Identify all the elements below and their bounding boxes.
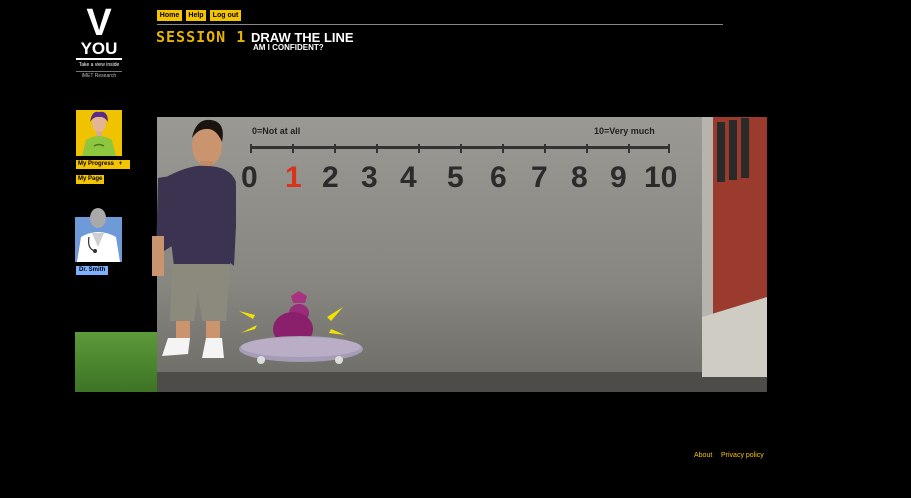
scale-number-7[interactable]: 7 <box>531 161 548 195</box>
plus-icon: + <box>118 161 123 167</box>
logo-v: V <box>86 2 112 44</box>
privacy-link[interactable]: Privacy policy <box>721 452 764 459</box>
scale-max-label: 10=Very much <box>594 126 655 136</box>
doctor-icon <box>75 208 122 262</box>
scale-min-label: 0=Not at all <box>252 126 301 136</box>
scale-number-4[interactable]: 4 <box>400 161 417 195</box>
home-button[interactable]: Home <box>157 10 182 21</box>
user-avatar[interactable] <box>76 110 122 156</box>
logout-button[interactable]: Log out <box>210 10 241 21</box>
my-progress-button[interactable]: My Progress + <box>76 160 130 169</box>
scale-number-1[interactable]: 1 <box>285 161 302 195</box>
scale-number-0[interactable]: 0 <box>241 161 258 195</box>
scale-scene: 0=Not at all 10=Very much 0 1 2 3 4 5 6 … <box>157 117 767 392</box>
user-avatar-icon <box>76 110 122 156</box>
my-progress-label: My Progress <box>78 161 115 167</box>
doctor-name[interactable]: Dr. Smith <box>76 266 109 275</box>
scale-number-6[interactable]: 6 <box>490 161 507 195</box>
person-figure <box>152 119 236 358</box>
scale-number-5[interactable]: 5 <box>447 161 464 195</box>
scale-number-2[interactable]: 2 <box>322 161 339 195</box>
logo-tagline: Take a view inside <box>78 62 120 68</box>
scale-ruler <box>250 144 670 153</box>
skateboard-draggable[interactable] <box>239 289 369 367</box>
help-button[interactable]: Help <box>186 10 206 21</box>
my-page-button[interactable]: My Page <box>76 175 105 184</box>
logo-divider <box>76 58 122 60</box>
logo-you: YOU <box>80 39 118 58</box>
logo: V YOU Take a view inside iMET Research <box>73 2 125 84</box>
doctor-avatar[interactable] <box>75 207 122 262</box>
scale-number-10[interactable]: 10 <box>644 161 677 195</box>
logo-divider-2 <box>76 71 122 72</box>
scale-number-9[interactable]: 9 <box>610 161 627 195</box>
about-link[interactable]: About <box>694 452 712 459</box>
session-label: SESSION 1 <box>156 28 247 46</box>
logo-org: iMET Research <box>81 73 117 79</box>
nav-divider <box>157 24 723 25</box>
scale-number-3[interactable]: 3 <box>361 161 378 195</box>
scale-number-8[interactable]: 8 <box>571 161 588 195</box>
page-subtitle: AM I CONFIDENT? <box>253 43 324 52</box>
